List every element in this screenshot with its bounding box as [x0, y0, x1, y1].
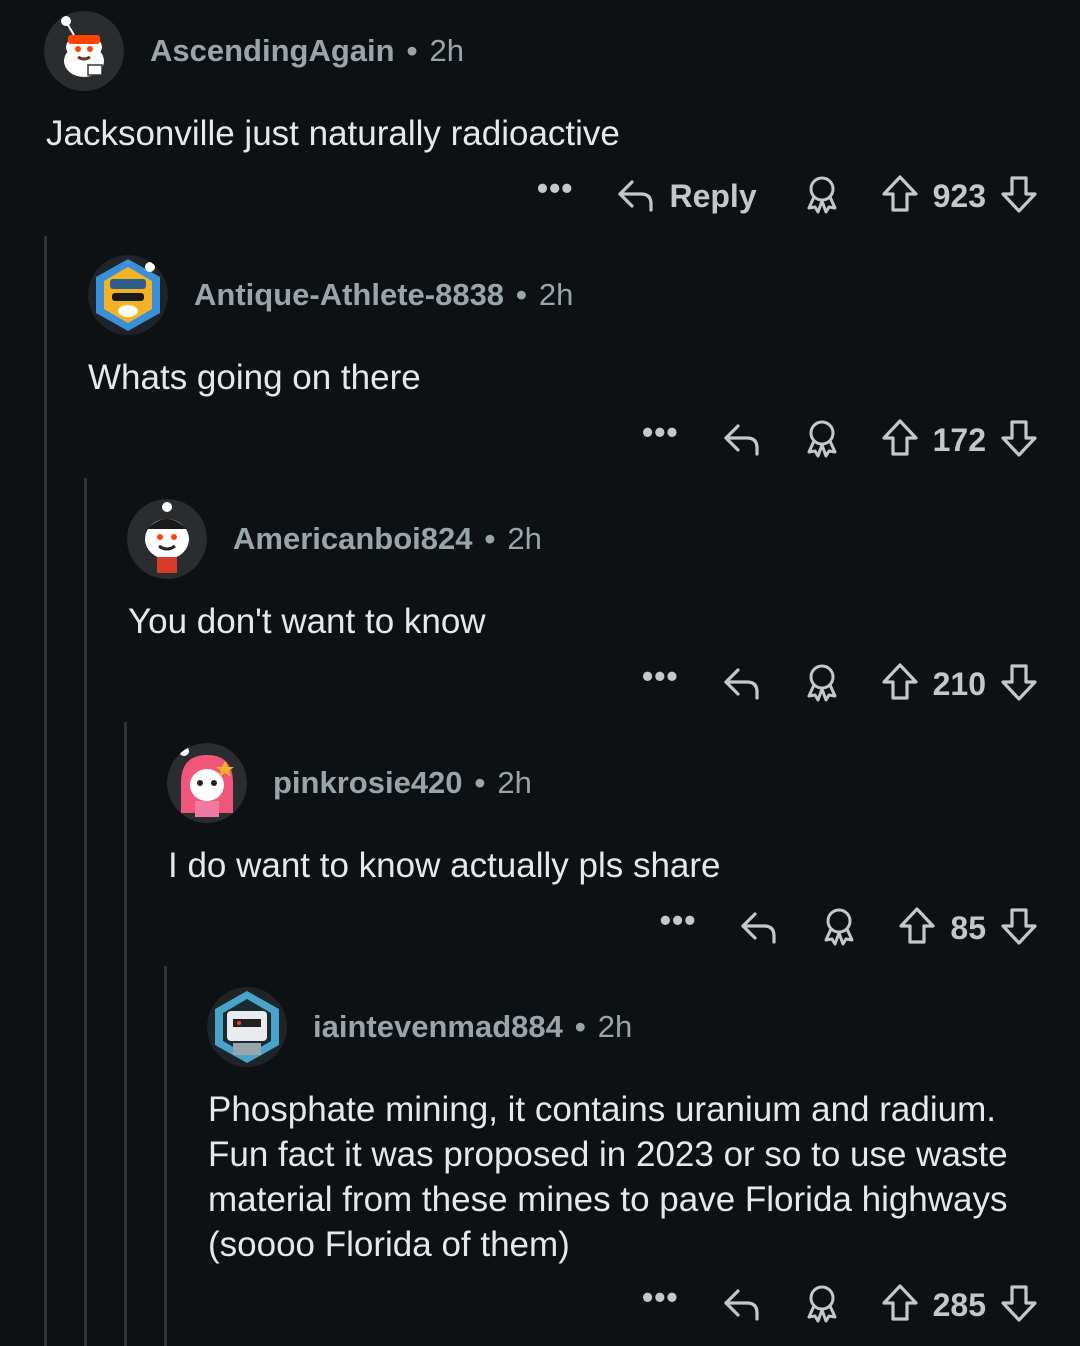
award-icon — [803, 418, 841, 463]
separator-dot: • — [574, 1009, 586, 1044]
thread-line-level-1[interactable] — [44, 236, 47, 1346]
username[interactable]: iaintevenmad884 — [313, 1009, 563, 1044]
comment-actions: ••• 172 — [642, 415, 1038, 465]
comment-header: Americanboi824 • 2h — [127, 499, 542, 579]
downvote-button[interactable] — [1000, 418, 1038, 463]
upvote-button[interactable] — [881, 662, 919, 707]
comment-body: Phosphate mining, it contains uranium an… — [208, 1090, 1008, 1264]
comment-body: Whats going on there — [88, 358, 421, 397]
comment-body: You don't want to know — [128, 602, 486, 641]
downvote-arrow-icon — [1000, 662, 1038, 707]
comment-meta: AscendingAgain • 2h — [150, 33, 464, 69]
award-icon — [803, 662, 841, 707]
reply-button[interactable]: Reply — [615, 174, 757, 219]
comment-body: Jacksonville just naturally radioactive — [46, 114, 620, 153]
username[interactable]: Americanboi824 — [233, 521, 473, 556]
comment-meta: Antique-Athlete-8838 • 2h — [194, 277, 573, 313]
downvote-arrow-icon — [1000, 906, 1038, 951]
avatar[interactable] — [88, 255, 168, 335]
award-icon — [803, 174, 841, 219]
username[interactable]: Antique-Athlete-8838 — [194, 277, 504, 312]
comment-body: I do want to know actually pls share — [168, 846, 721, 885]
downvote-button[interactable] — [1000, 662, 1038, 707]
more-options-button[interactable]: ••• — [642, 660, 679, 692]
downvote-button[interactable] — [1000, 906, 1038, 951]
username[interactable]: pinkrosie420 — [273, 765, 463, 800]
comment-actions: ••• 210 — [642, 659, 1038, 709]
downvote-arrow-icon — [1000, 418, 1038, 463]
separator-dot: • — [474, 765, 486, 800]
more-options-button[interactable]: ••• — [642, 1281, 679, 1313]
reply-arrow-icon — [721, 1283, 763, 1328]
timestamp: 2h — [538, 277, 574, 312]
award-button[interactable] — [803, 418, 841, 463]
award-button[interactable] — [803, 662, 841, 707]
upvote-arrow-icon — [881, 418, 919, 463]
thread-line-level-4[interactable] — [164, 966, 167, 1346]
thread-line-level-3[interactable] — [124, 722, 127, 1346]
downvote-arrow-icon — [1000, 174, 1038, 219]
vote-score: 85 — [950, 909, 986, 946]
reply-arrow-icon — [721, 418, 763, 463]
comment-meta: iaintevenmad884 • 2h — [313, 1009, 632, 1045]
upvote-button[interactable] — [881, 1283, 919, 1328]
comment-actions: ••• Reply 923 — [537, 171, 1038, 221]
separator-dot: • — [406, 33, 418, 68]
reply-arrow-icon — [721, 662, 763, 707]
avatar[interactable] — [207, 987, 287, 1067]
downvote-button[interactable] — [1000, 174, 1038, 219]
comment-header: AscendingAgain • 2h — [44, 11, 464, 91]
vote-score: 923 — [932, 177, 986, 214]
vote-score: 285 — [932, 1286, 986, 1323]
award-button[interactable] — [820, 906, 858, 951]
avatar[interactable] — [167, 743, 247, 823]
timestamp: 2h — [497, 765, 532, 800]
comment-actions: ••• 285 — [642, 1280, 1038, 1330]
thread-line-level-2[interactable] — [84, 478, 87, 1346]
downvote-button[interactable] — [1000, 1283, 1038, 1328]
reply-button[interactable] — [721, 418, 763, 463]
more-options-button[interactable]: ••• — [537, 172, 574, 204]
upvote-arrow-icon — [898, 906, 936, 951]
reply-button[interactable] — [721, 662, 763, 707]
comment-actions: ••• 85 — [660, 903, 1038, 953]
award-button[interactable] — [803, 174, 841, 219]
timestamp: 2h — [597, 1009, 633, 1044]
comment-header: iaintevenmad884 • 2h — [207, 987, 632, 1067]
downvote-arrow-icon — [1000, 1283, 1038, 1328]
award-icon — [803, 1283, 841, 1328]
award-button[interactable] — [803, 1283, 841, 1328]
timestamp: 2h — [429, 33, 464, 68]
comment-meta: Americanboi824 • 2h — [233, 521, 542, 557]
reply-label: Reply — [669, 177, 757, 214]
reply-arrow-icon — [615, 174, 657, 219]
comment-header: Antique-Athlete-8838 • 2h — [88, 255, 573, 335]
more-options-button[interactable]: ••• — [660, 904, 697, 936]
upvote-button[interactable] — [881, 418, 919, 463]
comment-meta: pinkrosie420 • 2h — [273, 765, 532, 801]
vote-score: 172 — [932, 421, 986, 458]
avatar[interactable] — [127, 499, 207, 579]
vote-score: 210 — [932, 665, 986, 702]
more-options-button[interactable]: ••• — [642, 416, 679, 448]
reply-button[interactable] — [738, 906, 780, 951]
upvote-button[interactable] — [898, 906, 936, 951]
reply-arrow-icon — [738, 906, 780, 951]
award-icon — [820, 906, 858, 951]
separator-dot: • — [516, 277, 527, 312]
separator-dot: • — [484, 521, 496, 556]
timestamp: 2h — [507, 521, 542, 556]
username[interactable]: AscendingAgain — [150, 33, 395, 68]
upvote-button[interactable] — [881, 174, 919, 219]
upvote-arrow-icon — [881, 662, 919, 707]
upvote-arrow-icon — [881, 1283, 919, 1328]
reply-button[interactable] — [721, 1283, 763, 1328]
avatar[interactable] — [44, 11, 124, 91]
comment-header: pinkrosie420 • 2h — [167, 743, 532, 823]
upvote-arrow-icon — [881, 174, 919, 219]
